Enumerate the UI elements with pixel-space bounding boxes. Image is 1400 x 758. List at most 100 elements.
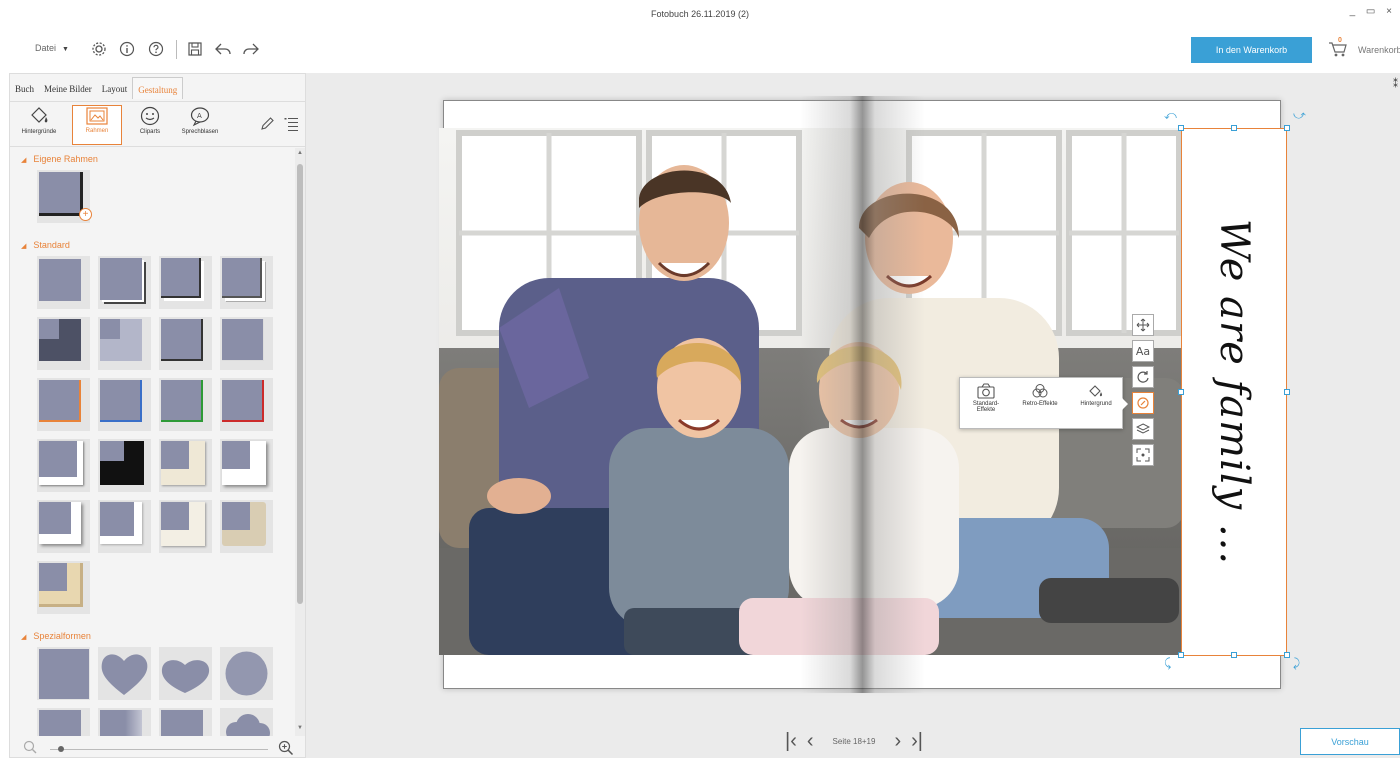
frame-thumb[interactable] bbox=[220, 500, 273, 553]
frame-thumb[interactable] bbox=[220, 378, 273, 431]
tool-cliparts[interactable]: Cliparts bbox=[130, 105, 170, 145]
list-icon[interactable] bbox=[283, 116, 299, 137]
first-page-icon[interactable]: |‹ bbox=[785, 731, 797, 751]
section-own-frames[interactable]: ◢ Eigene Rahmen bbox=[21, 154, 98, 164]
shape-thumb[interactable] bbox=[159, 708, 212, 736]
shape-cloud-thumb[interactable] bbox=[220, 708, 273, 736]
frame-thumb[interactable] bbox=[159, 317, 212, 370]
undo-icon[interactable] bbox=[214, 40, 232, 58]
settings-gear-icon[interactable] bbox=[90, 40, 108, 58]
text-frame-text: We are family ... bbox=[1211, 218, 1257, 566]
tab-gestaltung[interactable]: Gestaltung bbox=[132, 77, 184, 99]
scroll-down-arrow-icon[interactable]: ▼ bbox=[297, 725, 303, 731]
info-icon[interactable] bbox=[118, 40, 136, 58]
scrollbar-thumb[interactable] bbox=[297, 164, 303, 604]
tab-buch[interactable]: Buch bbox=[10, 77, 39, 99]
frame-thumb-own[interactable]: + bbox=[37, 170, 92, 223]
tab-meine-bilder[interactable]: Meine Bilder bbox=[39, 77, 97, 99]
rotate-handle-icon[interactable]: ⤺ bbox=[1164, 108, 1177, 123]
tool-frames[interactable]: Rahmen bbox=[72, 105, 122, 145]
frame-thumb[interactable] bbox=[37, 256, 90, 309]
text-frame-content[interactable]: We are family ... bbox=[1181, 128, 1287, 656]
shape-thumb[interactable] bbox=[37, 708, 90, 736]
rotate-handle-icon[interactable]: ⤹ bbox=[1164, 656, 1171, 671]
frame-thumb[interactable] bbox=[98, 256, 151, 309]
panel-collapse-icon[interactable]: ⁑ bbox=[1393, 79, 1398, 90]
redo-icon[interactable] bbox=[242, 40, 260, 58]
frame-thumb[interactable] bbox=[98, 378, 151, 431]
frame-thumb[interactable] bbox=[98, 439, 151, 492]
shape-heart-thumb[interactable] bbox=[98, 647, 151, 700]
zoom-out-icon[interactable] bbox=[23, 740, 37, 758]
tool-speech-bubbles[interactable]: A Sprechblasen bbox=[175, 105, 225, 145]
frame-thumb[interactable] bbox=[37, 317, 90, 370]
save-icon[interactable] bbox=[186, 40, 204, 58]
frame-thumb[interactable] bbox=[98, 500, 151, 553]
frame-thumb[interactable] bbox=[159, 439, 212, 492]
file-menu[interactable]: Datei ▼ bbox=[35, 43, 69, 53]
help-icon[interactable] bbox=[147, 40, 165, 58]
scroll-up-arrow-icon[interactable]: ▲ bbox=[297, 150, 303, 156]
frame-thumb[interactable] bbox=[37, 378, 90, 431]
effect-standard[interactable]: Standard- Effekte bbox=[966, 383, 1006, 413]
retro-circles-icon bbox=[1032, 384, 1048, 398]
title-bar: Fotobuch 26.11.2019 (2) _ ▭ × bbox=[0, 0, 1400, 30]
preview-button[interactable]: Vorschau bbox=[1300, 728, 1400, 755]
pencil-icon[interactable] bbox=[259, 116, 275, 137]
effect-background[interactable]: Hintergrund bbox=[1072, 383, 1120, 407]
frame-thumb[interactable] bbox=[159, 500, 212, 553]
zoom-slider-handle[interactable] bbox=[58, 746, 64, 752]
resize-handle-e[interactable] bbox=[1284, 389, 1290, 395]
shape-oval-thumb[interactable] bbox=[220, 647, 273, 700]
frame-thumb[interactable] bbox=[98, 317, 151, 370]
effect-retro[interactable]: Retro-Effekte bbox=[1015, 383, 1065, 407]
window-controls[interactable]: _ ▭ × bbox=[1350, 6, 1396, 17]
last-page-icon[interactable]: ›| bbox=[911, 731, 923, 751]
next-page-icon[interactable]: › bbox=[894, 731, 901, 751]
zoom-in-icon[interactable] bbox=[278, 740, 294, 758]
add-frame-icon[interactable]: + bbox=[79, 208, 92, 221]
resize-handle-sw[interactable] bbox=[1178, 652, 1184, 658]
zoom-slider-track[interactable] bbox=[50, 749, 268, 750]
frame-thumb[interactable] bbox=[220, 317, 273, 370]
app-window: Fotobuch 26.11.2019 (2) _ ▭ × Datei ▼ In … bbox=[0, 0, 1400, 758]
section-special-shapes[interactable]: ◢ Spezialformen bbox=[21, 631, 91, 641]
tab-layout[interactable]: Layout bbox=[97, 77, 133, 99]
shape-heart-wide-thumb[interactable] bbox=[159, 647, 212, 700]
object-toolbar: Aa bbox=[1132, 314, 1156, 470]
frame-thumb[interactable] bbox=[159, 256, 212, 309]
text-icon[interactable]: Aa bbox=[1132, 340, 1154, 362]
resize-handle-n[interactable] bbox=[1231, 125, 1237, 131]
frame-thumb[interactable] bbox=[220, 256, 273, 309]
cart-label: Warenkorb bbox=[1358, 45, 1400, 55]
frame-thumb[interactable] bbox=[37, 561, 90, 614]
frame-thumb[interactable] bbox=[37, 500, 90, 553]
toolbar-separator bbox=[176, 40, 177, 59]
frame-thumb[interactable] bbox=[37, 439, 90, 492]
page-indicator: Seite 18+19 bbox=[832, 736, 876, 746]
effects-icon[interactable] bbox=[1132, 392, 1154, 414]
shape-square-thumb[interactable] bbox=[37, 647, 90, 700]
section-standard[interactable]: ◢ Standard bbox=[21, 240, 70, 250]
effect-label: Hintergrund bbox=[1080, 401, 1112, 407]
frame-thumb[interactable] bbox=[159, 378, 212, 431]
resize-handle-s[interactable] bbox=[1231, 652, 1237, 658]
cart-link[interactable]: 0 Warenkorb bbox=[1328, 37, 1400, 60]
frame-thumb[interactable] bbox=[220, 439, 273, 492]
add-to-cart-button[interactable]: In den Warenkorb bbox=[1191, 37, 1312, 63]
layers-icon[interactable] bbox=[1132, 418, 1154, 440]
tool-backgrounds[interactable]: Hintergründe bbox=[14, 105, 64, 145]
resize-handle-ne[interactable] bbox=[1284, 125, 1290, 131]
effects-popup: Standard- Effekte Retro-Effekte Hintergr… bbox=[959, 377, 1128, 429]
left-panel: Buch Meine Bilder Layout Gestaltung Hint… bbox=[9, 73, 306, 758]
rotate-handle-icon[interactable]: ⤸ bbox=[1293, 656, 1300, 671]
rotate-icon[interactable] bbox=[1132, 366, 1154, 388]
resize-handle-se[interactable] bbox=[1284, 652, 1290, 658]
resize-handle-w[interactable] bbox=[1178, 389, 1184, 395]
prev-page-icon[interactable]: ‹ bbox=[807, 731, 814, 751]
resize-icon[interactable] bbox=[1132, 444, 1154, 466]
move-icon[interactable] bbox=[1132, 314, 1154, 336]
resize-handle-nw[interactable] bbox=[1178, 125, 1184, 131]
rotate-handle-icon[interactable]: ⤻ bbox=[1293, 108, 1306, 123]
shape-thumb[interactable] bbox=[98, 708, 151, 736]
